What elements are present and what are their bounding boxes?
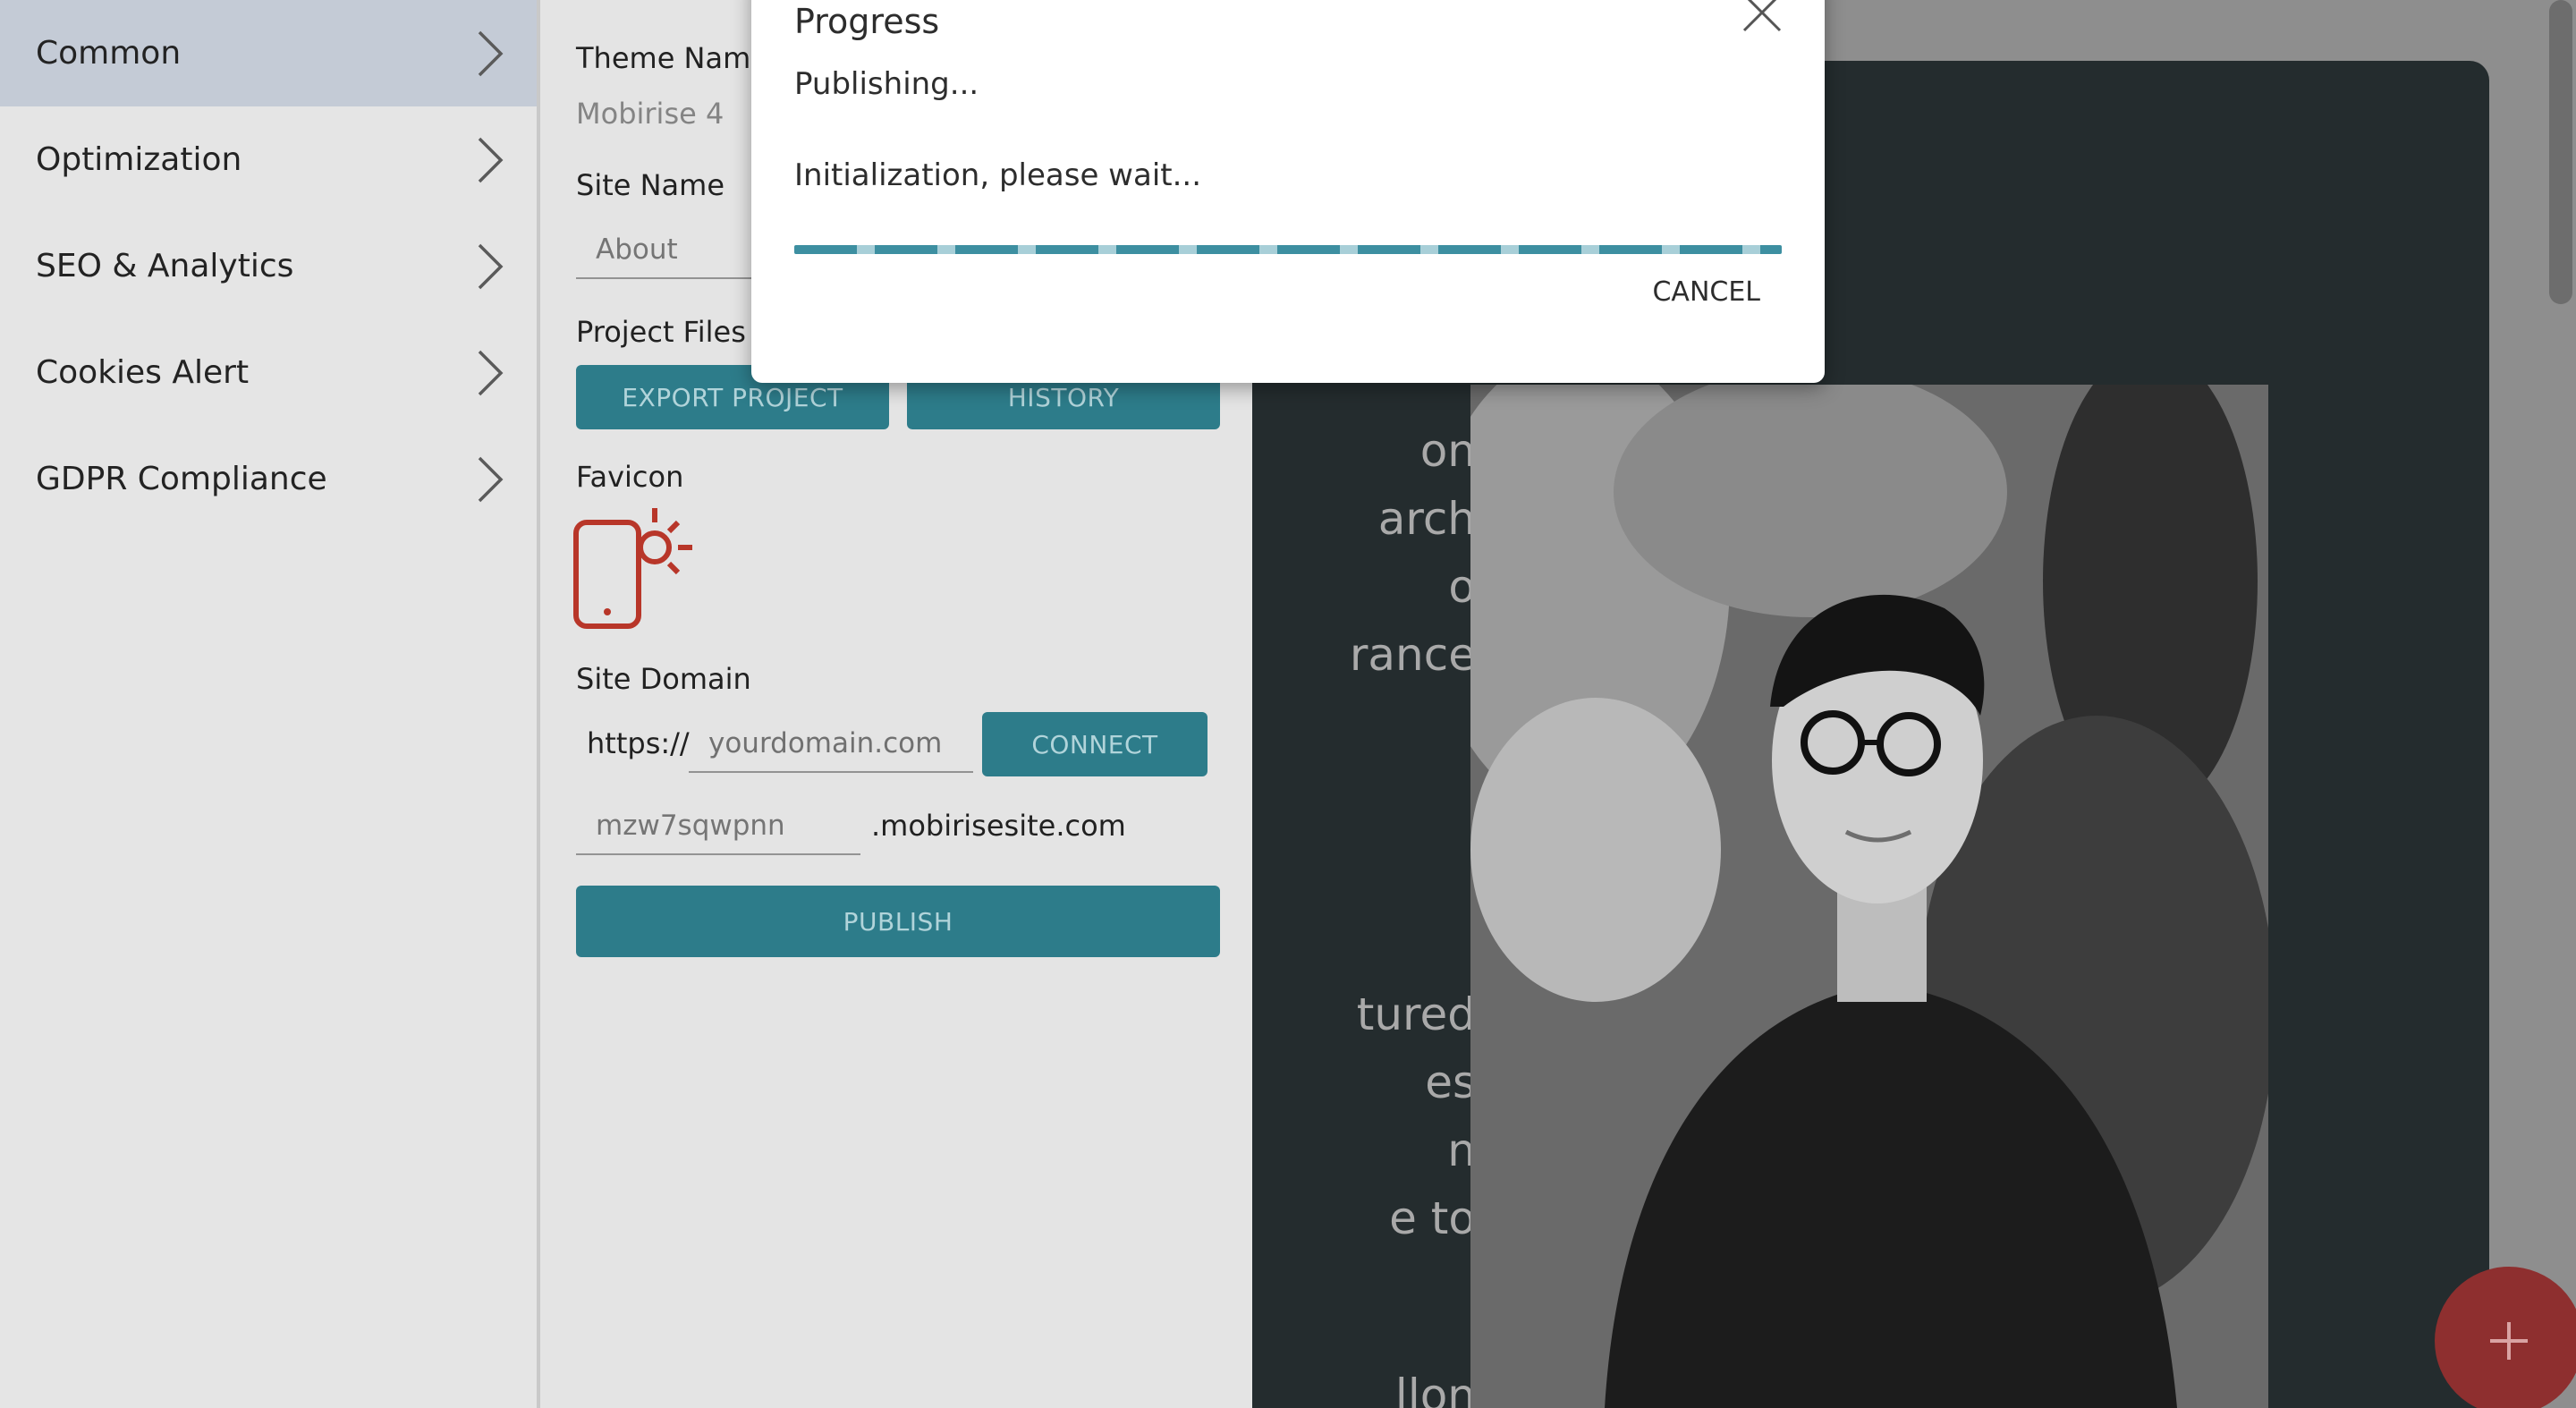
preview-text-line: tured bbox=[1356, 988, 1476, 1040]
settings-menu: Common Optimization SEO & Analytics Cook… bbox=[0, 0, 537, 1408]
menu-item-label: Common bbox=[36, 35, 182, 72]
menu-item-cookies-alert[interactable]: Cookies Alert bbox=[0, 319, 537, 426]
preview-text-line: on bbox=[1419, 425, 1476, 477]
preview-text-line: arch bbox=[1377, 493, 1476, 545]
app: Common Optimization SEO & Analytics Cook… bbox=[0, 0, 2576, 1408]
progress-dialog: Progress Publishing... Initialization, p… bbox=[751, 0, 1825, 383]
chevron-right-icon bbox=[478, 137, 504, 182]
plus-icon bbox=[2490, 1322, 2528, 1360]
menu-item-label: Cookies Alert bbox=[36, 354, 250, 391]
preview-text-line: es bbox=[1425, 1056, 1476, 1108]
cancel-button[interactable]: CANCEL bbox=[1648, 265, 1764, 318]
progress-bar bbox=[794, 245, 1782, 254]
menu-item-common[interactable]: Common bbox=[0, 0, 537, 106]
preview-text-line: llon bbox=[1394, 1370, 1476, 1408]
preview-scrollbar[interactable] bbox=[2549, 0, 2572, 304]
dialog-status: Publishing... bbox=[794, 66, 979, 102]
menu-item-gdpr-compliance[interactable]: GDPR Compliance bbox=[0, 426, 537, 532]
dialog-detail: Initialization, please wait... bbox=[794, 157, 1202, 193]
progress-bar-fill bbox=[794, 245, 1782, 254]
chevron-right-icon bbox=[478, 350, 504, 395]
menu-item-label: GDPR Compliance bbox=[36, 461, 327, 497]
chevron-right-icon bbox=[478, 30, 504, 76]
preview-text: on arch o rance tured es n e to llon bbox=[1252, 403, 1476, 1408]
add-block-button[interactable] bbox=[2435, 1267, 2576, 1408]
portrait-photo bbox=[1470, 385, 2268, 1408]
dialog-title: Progress bbox=[794, 2, 940, 41]
preview-text-line: e to bbox=[1389, 1192, 1476, 1244]
menu-item-label: Optimization bbox=[36, 141, 242, 178]
preview-text-line: rance bbox=[1349, 629, 1476, 681]
menu-item-label: SEO & Analytics bbox=[36, 248, 294, 284]
menu-item-optimization[interactable]: Optimization bbox=[0, 106, 537, 213]
chevron-right-icon bbox=[478, 243, 504, 289]
chevron-right-icon bbox=[478, 456, 504, 502]
menu-item-seo-analytics[interactable]: SEO & Analytics bbox=[0, 213, 537, 319]
close-icon[interactable] bbox=[1739, 0, 1785, 36]
